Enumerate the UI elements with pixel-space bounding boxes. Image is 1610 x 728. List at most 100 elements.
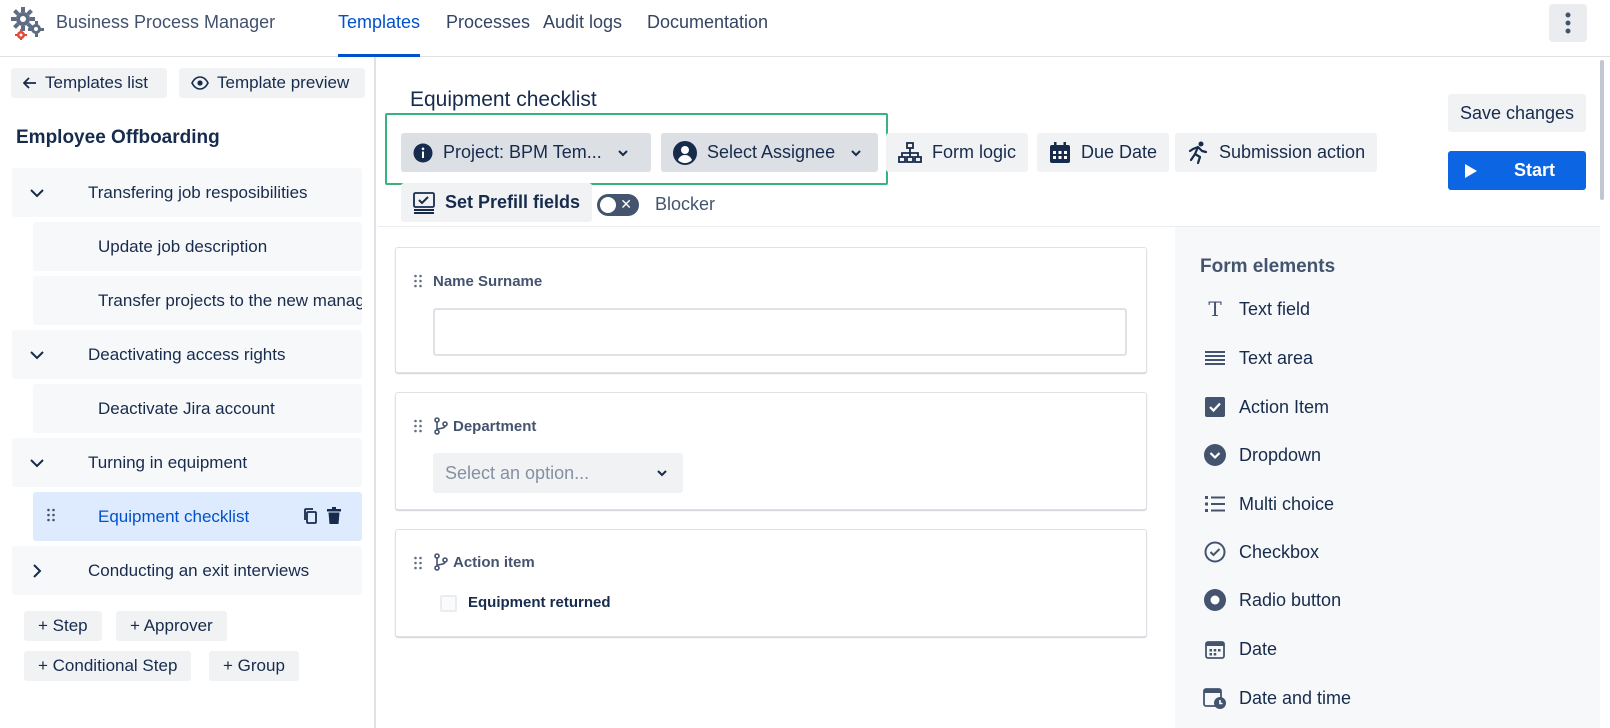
form-field-card: Action item Equipment returned (395, 529, 1147, 637)
copy-icon[interactable] (302, 507, 318, 525)
field-label: Department (453, 417, 537, 435)
calendar-icon (1203, 637, 1227, 661)
due-date-label: Due Date (1081, 142, 1158, 162)
checkbox-checked-icon (1203, 395, 1227, 419)
form-field-card: Name Surname (395, 247, 1147, 373)
group-label: Transfering job resposibilities (88, 182, 308, 202)
form-element-label: Text field (1239, 298, 1311, 319)
set-prefill-fields-button[interactable]: Set Prefill fields (401, 183, 593, 222)
list-bullets-icon (1203, 492, 1227, 516)
chevron-down-icon (657, 470, 667, 477)
group-label: Conducting an exit interviews (88, 560, 310, 580)
form-element-radio-button[interactable]: Radio button (1203, 588, 1341, 612)
add-step-button[interactable]: + Step (24, 611, 102, 641)
chevron-down-icon (30, 458, 44, 467)
close-icon: ✕ (620, 196, 632, 212)
form-logic-label: Form logic (932, 142, 1017, 162)
scrollbar-thumb[interactable] (1600, 60, 1604, 200)
templates-list-label: Templates list (45, 73, 148, 92)
text-area-icon (1203, 346, 1227, 370)
tab-audit-logs[interactable]: Audit logs (543, 12, 622, 57)
checkbox-label: Equipment returned (468, 594, 611, 611)
submission-action-label: Submission action (1219, 142, 1366, 162)
drag-handle-icon[interactable] (414, 556, 422, 570)
form-element-label: Multi choice (1239, 493, 1335, 514)
start-button[interactable]: Start (1448, 151, 1586, 190)
step-update-job-description[interactable]: Update job description (33, 222, 362, 271)
templates-list-button[interactable]: Templates list (11, 68, 167, 98)
form-element-action-item[interactable]: Action Item (1203, 395, 1329, 419)
group-label: Deactivating access rights (88, 344, 286, 364)
field-label: Action item (453, 553, 535, 571)
group-label: Turning in equipment (88, 452, 248, 472)
chevron-right-icon (33, 563, 42, 578)
step-deactivate-jira[interactable]: Deactivate Jira account (33, 384, 362, 433)
running-person-icon (1188, 141, 1208, 164)
drag-handle-icon[interactable] (414, 274, 422, 288)
field-label-row: Department (433, 417, 536, 435)
step-title: Equipment checklist (410, 88, 597, 111)
form-element-text-field[interactable]: T Text field (1203, 297, 1310, 321)
add-group-button[interactable]: + Group (209, 651, 299, 681)
chevron-down-icon (30, 350, 44, 359)
form-element-label: Date (1239, 638, 1278, 659)
form-logic-button[interactable]: Form logic (886, 133, 1029, 172)
template-preview-button[interactable]: Template preview (179, 68, 365, 98)
arrow-left-icon (23, 77, 36, 89)
hierarchy-icon (898, 141, 922, 163)
due-date-button[interactable]: Due Date (1037, 133, 1170, 172)
trash-icon[interactable] (326, 507, 342, 525)
department-select[interactable]: Select an option... (433, 453, 683, 493)
gears-logo-icon (10, 6, 44, 40)
tab-templates[interactable]: Templates (338, 12, 421, 57)
form-element-multi-choice[interactable]: Multi choice (1203, 492, 1334, 516)
prefill-form-icon (413, 191, 435, 214)
template-preview-label: Template preview (217, 73, 350, 92)
form-element-label: Checkbox (1239, 541, 1320, 562)
blocker-toggle[interactable]: ✕ (597, 194, 639, 216)
group-turning-in-equipment[interactable]: Turning in equipment (12, 438, 362, 487)
step-label: Deactivate Jira account (98, 398, 275, 418)
add-conditional-step-button[interactable]: + Conditional Step (24, 651, 192, 681)
top-navigation-bar: Business Process Manager Templates Proce… (0, 0, 1610, 57)
form-elements-panel: Form elements T Text field Text area Act… (1175, 227, 1600, 728)
form-element-label: Date and time (1239, 687, 1352, 708)
group-transfering-job[interactable]: Transfering job resposibilities (12, 168, 362, 217)
step-label: Equipment checklist (98, 506, 250, 526)
group-deactivating-access[interactable]: Deactivating access rights (12, 330, 362, 379)
drag-handle-icon[interactable] (47, 508, 55, 522)
calendar-clock-icon (1203, 686, 1227, 710)
equipment-returned-checkbox[interactable] (440, 595, 457, 612)
step-transfer-projects[interactable]: Transfer projects to the new manager (33, 276, 362, 325)
submission-action-button[interactable]: Submission action (1175, 133, 1378, 172)
group-exit-interviews[interactable]: Conducting an exit interviews (12, 546, 362, 595)
play-icon (1465, 163, 1477, 178)
set-prefill-label: Set Prefill fields (445, 192, 581, 212)
add-approver-button[interactable]: + Approver (116, 611, 227, 641)
tab-documentation[interactable]: Documentation (647, 12, 768, 57)
field-label-row: Action item (433, 553, 535, 571)
step-equipment-checklist[interactable]: Equipment checklist (33, 492, 362, 541)
form-element-text-area[interactable]: Text area (1203, 346, 1313, 370)
form-element-label: Text area (1239, 347, 1314, 368)
name-surname-input[interactable] (433, 308, 1127, 356)
form-element-date-and-time[interactable]: Date and time (1203, 686, 1351, 710)
form-element-label: Dropdown (1239, 444, 1322, 465)
toggle-knob (600, 197, 616, 213)
drag-handle-icon[interactable] (414, 419, 422, 433)
start-label: Start (1514, 160, 1556, 180)
check-circle-icon (1203, 540, 1227, 564)
form-element-checkbox[interactable]: Checkbox (1203, 540, 1319, 564)
form-element-label: Action Item (1239, 396, 1330, 417)
chevron-down-icon (30, 188, 44, 197)
tab-processes[interactable]: Processes (446, 12, 530, 57)
form-element-dropdown[interactable]: Dropdown (1203, 443, 1321, 467)
more-options-button[interactable] (1549, 4, 1587, 42)
dropdown-circle-icon (1203, 443, 1227, 467)
form-element-date[interactable]: Date (1203, 637, 1277, 661)
save-changes-button[interactable]: Save changes (1448, 94, 1586, 132)
select-placeholder: Select an option... (445, 462, 590, 483)
step-label: Update job description (98, 236, 268, 256)
step-label: Transfer projects to the new manager (98, 290, 362, 310)
template-steps-panel: Templates list Template preview Employee… (0, 57, 376, 728)
